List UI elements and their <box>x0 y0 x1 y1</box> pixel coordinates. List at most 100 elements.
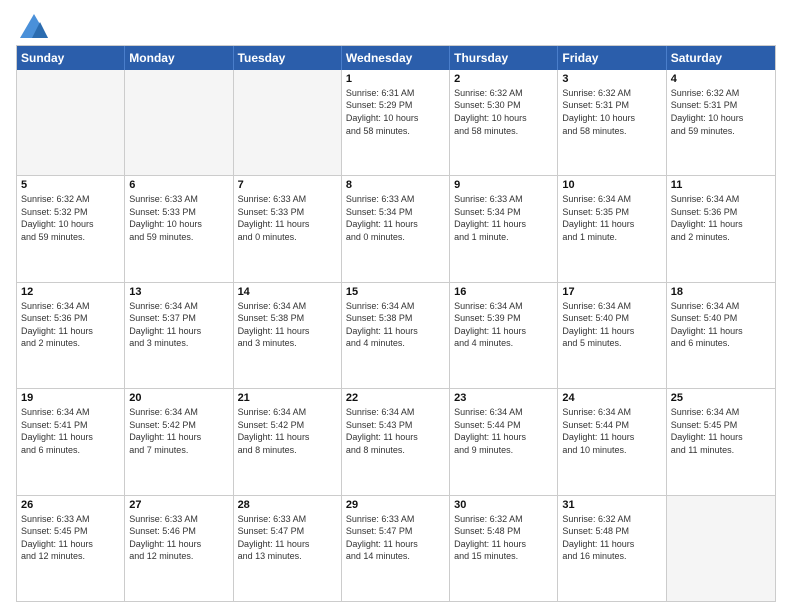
day-info: Sunrise: 6:34 AMSunset: 5:36 PMDaylight:… <box>671 193 771 243</box>
day-info: Sunrise: 6:34 AMSunset: 5:43 PMDaylight:… <box>346 406 445 456</box>
day-number: 20 <box>129 392 228 404</box>
day-info: Sunrise: 6:34 AMSunset: 5:45 PMDaylight:… <box>671 406 771 456</box>
day-info: Sunrise: 6:32 AMSunset: 5:31 PMDaylight:… <box>671 87 771 137</box>
day-info: Sunrise: 6:34 AMSunset: 5:38 PMDaylight:… <box>238 300 337 350</box>
week-row: 12 Sunrise: 6:34 AMSunset: 5:36 PMDayligh… <box>17 282 775 388</box>
day-number: 27 <box>129 499 228 511</box>
day-info: Sunrise: 6:34 AMSunset: 5:42 PMDaylight:… <box>238 406 337 456</box>
day-info: Sunrise: 6:32 AMSunset: 5:30 PMDaylight:… <box>454 87 553 137</box>
day-info: Sunrise: 6:33 AMSunset: 5:45 PMDaylight:… <box>21 513 120 563</box>
day-cell: 2 Sunrise: 6:32 AMSunset: 5:30 PMDaylight… <box>450 70 558 175</box>
day-number: 6 <box>129 179 228 191</box>
day-cell: 7 Sunrise: 6:33 AMSunset: 5:33 PMDaylight… <box>234 176 342 281</box>
day-info: Sunrise: 6:32 AMSunset: 5:32 PMDaylight:… <box>21 193 120 243</box>
day-info: Sunrise: 6:33 AMSunset: 5:34 PMDaylight:… <box>346 193 445 243</box>
day-info: Sunrise: 6:34 AMSunset: 5:39 PMDaylight:… <box>454 300 553 350</box>
day-info: Sunrise: 6:34 AMSunset: 5:40 PMDaylight:… <box>671 300 771 350</box>
day-number: 16 <box>454 286 553 298</box>
day-cell: 3 Sunrise: 6:32 AMSunset: 5:31 PMDaylight… <box>558 70 666 175</box>
day-number: 15 <box>346 286 445 298</box>
day-cell <box>667 496 775 601</box>
day-number: 7 <box>238 179 337 191</box>
page: SundayMondayTuesdayWednesdayThursdayFrid… <box>0 0 792 612</box>
day-cell: 1Sunrise: 6:31 AMSunset: 5:29 PMDaylight… <box>342 70 450 175</box>
day-header: Saturday <box>667 46 775 70</box>
week-row: 19 Sunrise: 6:34 AMSunset: 5:41 PMDayligh… <box>17 388 775 494</box>
header <box>16 12 776 39</box>
day-cell: 5 Sunrise: 6:32 AMSunset: 5:32 PMDaylight… <box>17 176 125 281</box>
day-header: Monday <box>125 46 233 70</box>
day-cell: 14 Sunrise: 6:34 AMSunset: 5:38 PMDayligh… <box>234 283 342 388</box>
day-cell <box>234 70 342 175</box>
day-cell: 9Sunrise: 6:33 AMSunset: 5:34 PMDaylight… <box>450 176 558 281</box>
day-info: Sunrise: 6:34 AMSunset: 5:35 PMDaylight:… <box>562 193 661 243</box>
day-header: Thursday <box>450 46 558 70</box>
day-header: Friday <box>558 46 666 70</box>
day-info: Sunrise: 6:34 AMSunset: 5:38 PMDaylight:… <box>346 300 445 350</box>
day-number: 21 <box>238 392 337 404</box>
logo-text <box>16 12 52 45</box>
day-info: Sunrise: 6:32 AMSunset: 5:31 PMDaylight:… <box>562 87 661 137</box>
day-number: 8 <box>346 179 445 191</box>
day-header: Tuesday <box>234 46 342 70</box>
day-info: Sunrise: 6:33 AMSunset: 5:33 PMDaylight:… <box>238 193 337 243</box>
day-number: 31 <box>562 499 661 511</box>
day-cell: 28Sunrise: 6:33 AMSunset: 5:47 PMDayligh… <box>234 496 342 601</box>
day-info: Sunrise: 6:31 AMSunset: 5:29 PMDaylight:… <box>346 87 445 137</box>
day-cell: 13 Sunrise: 6:34 AMSunset: 5:37 PMDayligh… <box>125 283 233 388</box>
day-cell: 23 Sunrise: 6:34 AMSunset: 5:44 PMDayligh… <box>450 389 558 494</box>
day-info: Sunrise: 6:33 AMSunset: 5:34 PMDaylight:… <box>454 193 553 243</box>
day-cell: 21 Sunrise: 6:34 AMSunset: 5:42 PMDayligh… <box>234 389 342 494</box>
day-number: 22 <box>346 392 445 404</box>
day-number: 3 <box>562 73 661 85</box>
day-cell: 4 Sunrise: 6:32 AMSunset: 5:31 PMDaylight… <box>667 70 775 175</box>
day-cell: 6 Sunrise: 6:33 AMSunset: 5:33 PMDaylight… <box>125 176 233 281</box>
day-number: 4 <box>671 73 771 85</box>
day-number: 19 <box>21 392 120 404</box>
day-number: 25 <box>671 392 771 404</box>
day-number: 11 <box>671 179 771 191</box>
week-row: 5 Sunrise: 6:32 AMSunset: 5:32 PMDaylight… <box>17 175 775 281</box>
day-info: Sunrise: 6:34 AMSunset: 5:44 PMDaylight:… <box>454 406 553 456</box>
day-cell: 24 Sunrise: 6:34 AMSunset: 5:44 PMDayligh… <box>558 389 666 494</box>
day-headers: SundayMondayTuesdayWednesdayThursdayFrid… <box>17 46 775 70</box>
day-cell: 12 Sunrise: 6:34 AMSunset: 5:36 PMDayligh… <box>17 283 125 388</box>
logo <box>16 12 52 39</box>
day-number: 28 <box>238 499 337 511</box>
weeks: 1Sunrise: 6:31 AMSunset: 5:29 PMDaylight… <box>17 70 775 601</box>
day-cell: 11 Sunrise: 6:34 AMSunset: 5:36 PMDayligh… <box>667 176 775 281</box>
day-info: Sunrise: 6:33 AMSunset: 5:46 PMDaylight:… <box>129 513 228 563</box>
day-number: 10 <box>562 179 661 191</box>
day-cell: 22 Sunrise: 6:34 AMSunset: 5:43 PMDayligh… <box>342 389 450 494</box>
day-cell: 20Sunrise: 6:34 AMSunset: 5:42 PMDayligh… <box>125 389 233 494</box>
week-row: 26 Sunrise: 6:33 AMSunset: 5:45 PMDayligh… <box>17 495 775 601</box>
day-number: 2 <box>454 73 553 85</box>
day-cell: 10 Sunrise: 6:34 AMSunset: 5:35 PMDayligh… <box>558 176 666 281</box>
day-info: Sunrise: 6:34 AMSunset: 5:44 PMDaylight:… <box>562 406 661 456</box>
day-info: Sunrise: 6:34 AMSunset: 5:37 PMDaylight:… <box>129 300 228 350</box>
day-number: 12 <box>21 286 120 298</box>
day-cell: 19 Sunrise: 6:34 AMSunset: 5:41 PMDayligh… <box>17 389 125 494</box>
day-cell: 25 Sunrise: 6:34 AMSunset: 5:45 PMDayligh… <box>667 389 775 494</box>
day-info: Sunrise: 6:34 AMSunset: 5:36 PMDaylight:… <box>21 300 120 350</box>
day-number: 30 <box>454 499 553 511</box>
day-info: Sunrise: 6:33 AMSunset: 5:33 PMDaylight:… <box>129 193 228 243</box>
day-number: 23 <box>454 392 553 404</box>
day-number: 24 <box>562 392 661 404</box>
day-cell: 16 Sunrise: 6:34 AMSunset: 5:39 PMDayligh… <box>450 283 558 388</box>
day-cell: 31Sunrise: 6:32 AMSunset: 5:48 PMDayligh… <box>558 496 666 601</box>
day-header: Wednesday <box>342 46 450 70</box>
day-number: 17 <box>562 286 661 298</box>
day-number: 26 <box>21 499 120 511</box>
day-cell <box>125 70 233 175</box>
day-info: Sunrise: 6:34 AMSunset: 5:40 PMDaylight:… <box>562 300 661 350</box>
day-number: 14 <box>238 286 337 298</box>
day-cell: 17 Sunrise: 6:34 AMSunset: 5:40 PMDayligh… <box>558 283 666 388</box>
calendar: SundayMondayTuesdayWednesdayThursdayFrid… <box>16 45 776 602</box>
week-row: 1Sunrise: 6:31 AMSunset: 5:29 PMDaylight… <box>17 70 775 175</box>
day-number: 13 <box>129 286 228 298</box>
day-number: 5 <box>21 179 120 191</box>
day-info: Sunrise: 6:34 AMSunset: 5:41 PMDaylight:… <box>21 406 120 456</box>
day-info: Sunrise: 6:32 AMSunset: 5:48 PMDaylight:… <box>454 513 553 563</box>
day-info: Sunrise: 6:33 AMSunset: 5:47 PMDaylight:… <box>346 513 445 563</box>
